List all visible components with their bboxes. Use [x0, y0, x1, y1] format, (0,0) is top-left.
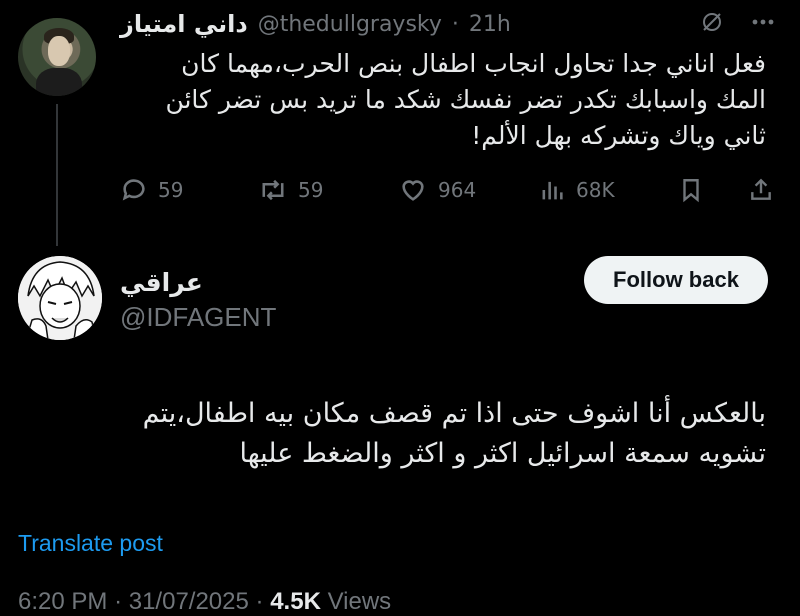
retweet-button[interactable]: 59	[258, 176, 323, 204]
parent-tweet-header: داني امتياز @thedullgraysky · 21h	[120, 8, 511, 40]
analytics-icon	[542, 181, 563, 200]
share-icon	[751, 178, 771, 200]
parent-author-name[interactable]: داني امتياز	[120, 10, 248, 38]
tweet-text-line: المك واسبابك تكدر تضر نفسك شكد ما تريد ب…	[165, 85, 766, 114]
manga-avatar-illustration	[18, 256, 102, 340]
thread-connector-line	[56, 104, 58, 246]
views-label: Views	[327, 588, 392, 615]
views-count: 4.5K	[270, 588, 321, 615]
retweet-icon	[262, 179, 284, 201]
parent-tweet-actions: 59 59 964 68K	[120, 172, 780, 208]
parent-author-avatar[interactable]	[18, 18, 96, 96]
like-count: 964	[438, 178, 477, 202]
tweet-text-line: بالعكس أنا اشوف حتى اذا تم قصف مكان بيه …	[142, 398, 766, 429]
tweet-text-line: فعل اناني جدا تحاول انجاب اطفال بنص الحر…	[181, 49, 766, 78]
reply-button[interactable]: 59	[120, 176, 183, 204]
reply-icon	[122, 179, 145, 201]
reply-author-handle[interactable]: @IDFAGENT	[120, 302, 276, 333]
views-button[interactable]: 68K	[538, 176, 615, 204]
more-icon[interactable]	[750, 10, 776, 38]
header-separator: ·	[451, 11, 459, 37]
follow-back-button[interactable]: Follow back	[584, 256, 768, 304]
meta-separator: ·	[255, 588, 264, 615]
grok-icon[interactable]	[700, 10, 724, 38]
heart-icon	[402, 180, 424, 201]
tweet-metadata: 6:20 PM · 31/07/2025 · 4.5K Views	[18, 588, 391, 616]
translate-post-link[interactable]: Translate post	[18, 530, 163, 557]
parent-author-handle[interactable]: @thedullgraysky	[258, 12, 442, 37]
reply-author-name[interactable]: عراقي	[120, 268, 203, 297]
tweet-text-line: تشويه سمعة اسرائيل اكثر و اكثر والضغط عل…	[239, 438, 766, 469]
reply-author-avatar[interactable]	[18, 256, 102, 340]
tweet-text-line: ثاني وياك وتشركه بهل الألم!	[471, 121, 766, 150]
tweet-date[interactable]: 31/07/2025	[129, 588, 249, 615]
share-button[interactable]	[748, 176, 774, 204]
bookmark-button[interactable]	[678, 176, 704, 204]
view-count: 68K	[576, 178, 615, 202]
retweet-count: 59	[298, 178, 324, 202]
reply-count: 59	[158, 178, 184, 202]
like-button[interactable]: 964	[398, 176, 476, 204]
bookmark-icon	[683, 179, 699, 203]
parent-tweet-header-icons	[700, 10, 776, 38]
reply-tweet-text: بالعكس أنا اشوف حتى اذا تم قصف مكان بيه …	[26, 394, 766, 474]
tweet-time[interactable]: 6:20 PM	[18, 588, 107, 615]
parent-tweet-text: فعل اناني جدا تحاول انجاب اطفال بنص الحر…	[106, 46, 766, 154]
meta-separator: ·	[114, 588, 123, 615]
parent-tweet-time[interactable]: 21h	[469, 12, 511, 37]
